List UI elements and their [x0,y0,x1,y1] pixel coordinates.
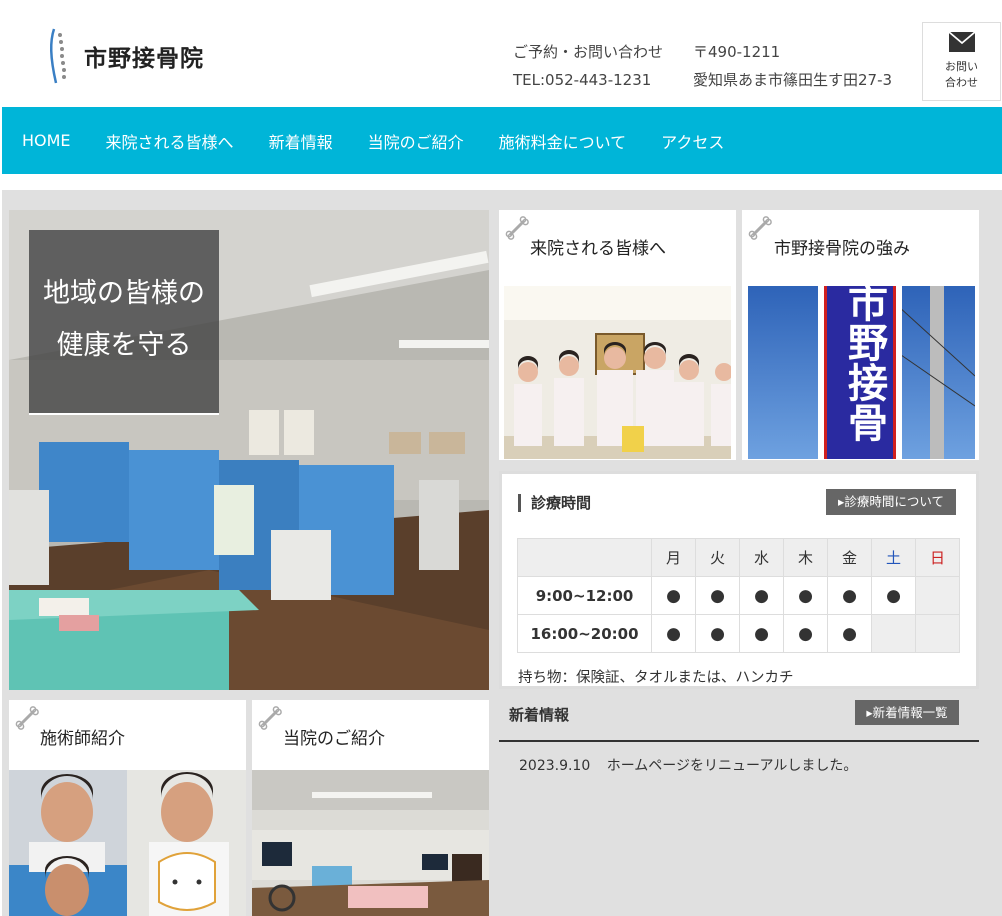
schedule-cell: ● [783,576,828,615]
schedule-cell: ● [871,576,916,615]
card-about[interactable]: 当院のご紹介 [252,700,489,916]
bone-icon [15,706,39,730]
day-fri: 金 [827,538,872,577]
contact-mail-button[interactable]: お問い 合わせ [922,22,1001,101]
news-date: 2023.9.10 [519,758,591,774]
hero-caption: 地域の皆様の 健康を守る [29,230,219,415]
nav-item-access[interactable]: アクセス [661,129,724,153]
schedule-corner-cell [517,538,652,577]
site-logo[interactable]: 市野接骨院 [48,27,218,85]
schedule-cell-closed [915,576,960,615]
card-strength-title: 市野接骨院の強み [774,239,910,259]
nav-item-pricing[interactable]: 施術料金について [499,129,627,153]
schedule-cell: ● [739,614,784,653]
schedule-cell: ● [651,576,696,615]
main-nav: HOME 来院される皆様へ 新着情報 当院のご紹介 施術料金について アクセス [2,107,1002,174]
bone-icon [258,706,282,730]
card-staff-title: 施術師紹介 [40,729,125,749]
postal-code: 〒490-1211 [693,43,781,61]
main-content: 地域の皆様の 健康を守る 来院される皆様へ 市野接骨院の強み 市野接骨 診療時間… [2,190,1002,916]
schedule-row-morning: 9:00~12:00 ● ● ● ● ● ● [517,576,960,615]
contact-label: ご予約・お問い合わせ [513,43,664,61]
day-mon: 月 [651,538,696,577]
mail-label-1: お問い [945,60,978,73]
address: 愛知県あま市篠田生す田27-3 [693,71,893,89]
news-title: 新着情報 [509,706,570,724]
schedule-cell-closed [871,614,916,653]
clinic-sign-photo: 市野接骨 [748,286,975,459]
nav-item-home[interactable]: HOME [22,131,71,150]
schedule-title: 診療時間 [518,494,591,512]
sign-text: 市野接骨 [841,286,887,442]
schedule-link-button[interactable]: ▸診療時間について [826,489,956,515]
day-thu: 木 [783,538,828,577]
news-item[interactable]: 2023.9.10 ホームページをリニューアルしました。 [519,755,857,775]
card-about-title: 当院のご紹介 [283,729,385,749]
schedule-cell: ● [827,614,872,653]
mail-label-2: 合わせ [945,76,978,89]
nav-item-visitors[interactable]: 来院される皆様へ [106,129,234,153]
news-text: ホームページをリニューアルしました。 [606,758,858,774]
contact-info: ご予約・お問い合わせ 〒490-1211 TEL:052-443-1231 愛知… [513,38,892,94]
logo-text: 市野接骨院 [84,45,204,72]
practitioner-photos [9,770,246,916]
phone-number[interactable]: TEL:052-443-1231 [513,66,693,94]
schedule-panel: 診療時間 ▸診療時間について 月 火 水 木 金 土 日 9:00~12:00 … [499,471,979,689]
schedule-cell: ● [739,576,784,615]
spine-logo-icon [50,28,66,84]
day-sat: 土 [871,538,916,577]
schedule-cell: ● [695,576,740,615]
clinic-room-photo [252,770,489,916]
hero-image: 地域の皆様の 健康を守る [9,210,489,690]
news-divider [499,740,979,742]
hero-line-2: 健康を守る [56,330,192,361]
news-list-button[interactable]: ▸新着情報一覧 [855,700,959,725]
day-sun: 日 [915,538,960,577]
schedule-cell: ● [783,614,828,653]
time-slot: 16:00~20:00 [517,614,652,653]
bone-icon [748,216,772,240]
schedule-row-evening: 16:00~20:00 ● ● ● ● ● [517,614,960,653]
card-staff[interactable]: 施術師紹介 [9,700,246,916]
card-strength[interactable]: 市野接骨院の強み 市野接骨 [742,210,979,460]
schedule-note: 持ち物：保険証、タオルまたは、ハンカチ [518,670,794,686]
schedule-cell: ● [695,614,740,653]
hero-line-1: 地域の皆様の [43,278,205,309]
nav-item-news[interactable]: 新着情報 [269,129,333,153]
envelope-icon [947,31,976,52]
bone-icon [505,216,529,240]
card-visitors[interactable]: 来院される皆様へ [499,210,736,460]
site-header: 市野接骨院 ご予約・お問い合わせ 〒490-1211 TEL:052-443-1… [0,0,1002,107]
schedule-cell: ● [651,614,696,653]
schedule-cell: ● [827,576,872,615]
schedule-table: 月 火 水 木 金 土 日 9:00~12:00 ● ● ● ● ● ● 16:… [517,538,960,653]
card-visitors-title: 来院される皆様へ [530,239,666,259]
nav-item-about[interactable]: 当院のご紹介 [368,129,464,153]
day-tue: 火 [695,538,740,577]
time-slot: 9:00~12:00 [517,576,652,615]
staff-group-photo [504,286,731,459]
schedule-header-row: 月 火 水 木 金 土 日 [517,538,960,577]
schedule-cell-closed [915,614,960,653]
day-wed: 水 [739,538,784,577]
